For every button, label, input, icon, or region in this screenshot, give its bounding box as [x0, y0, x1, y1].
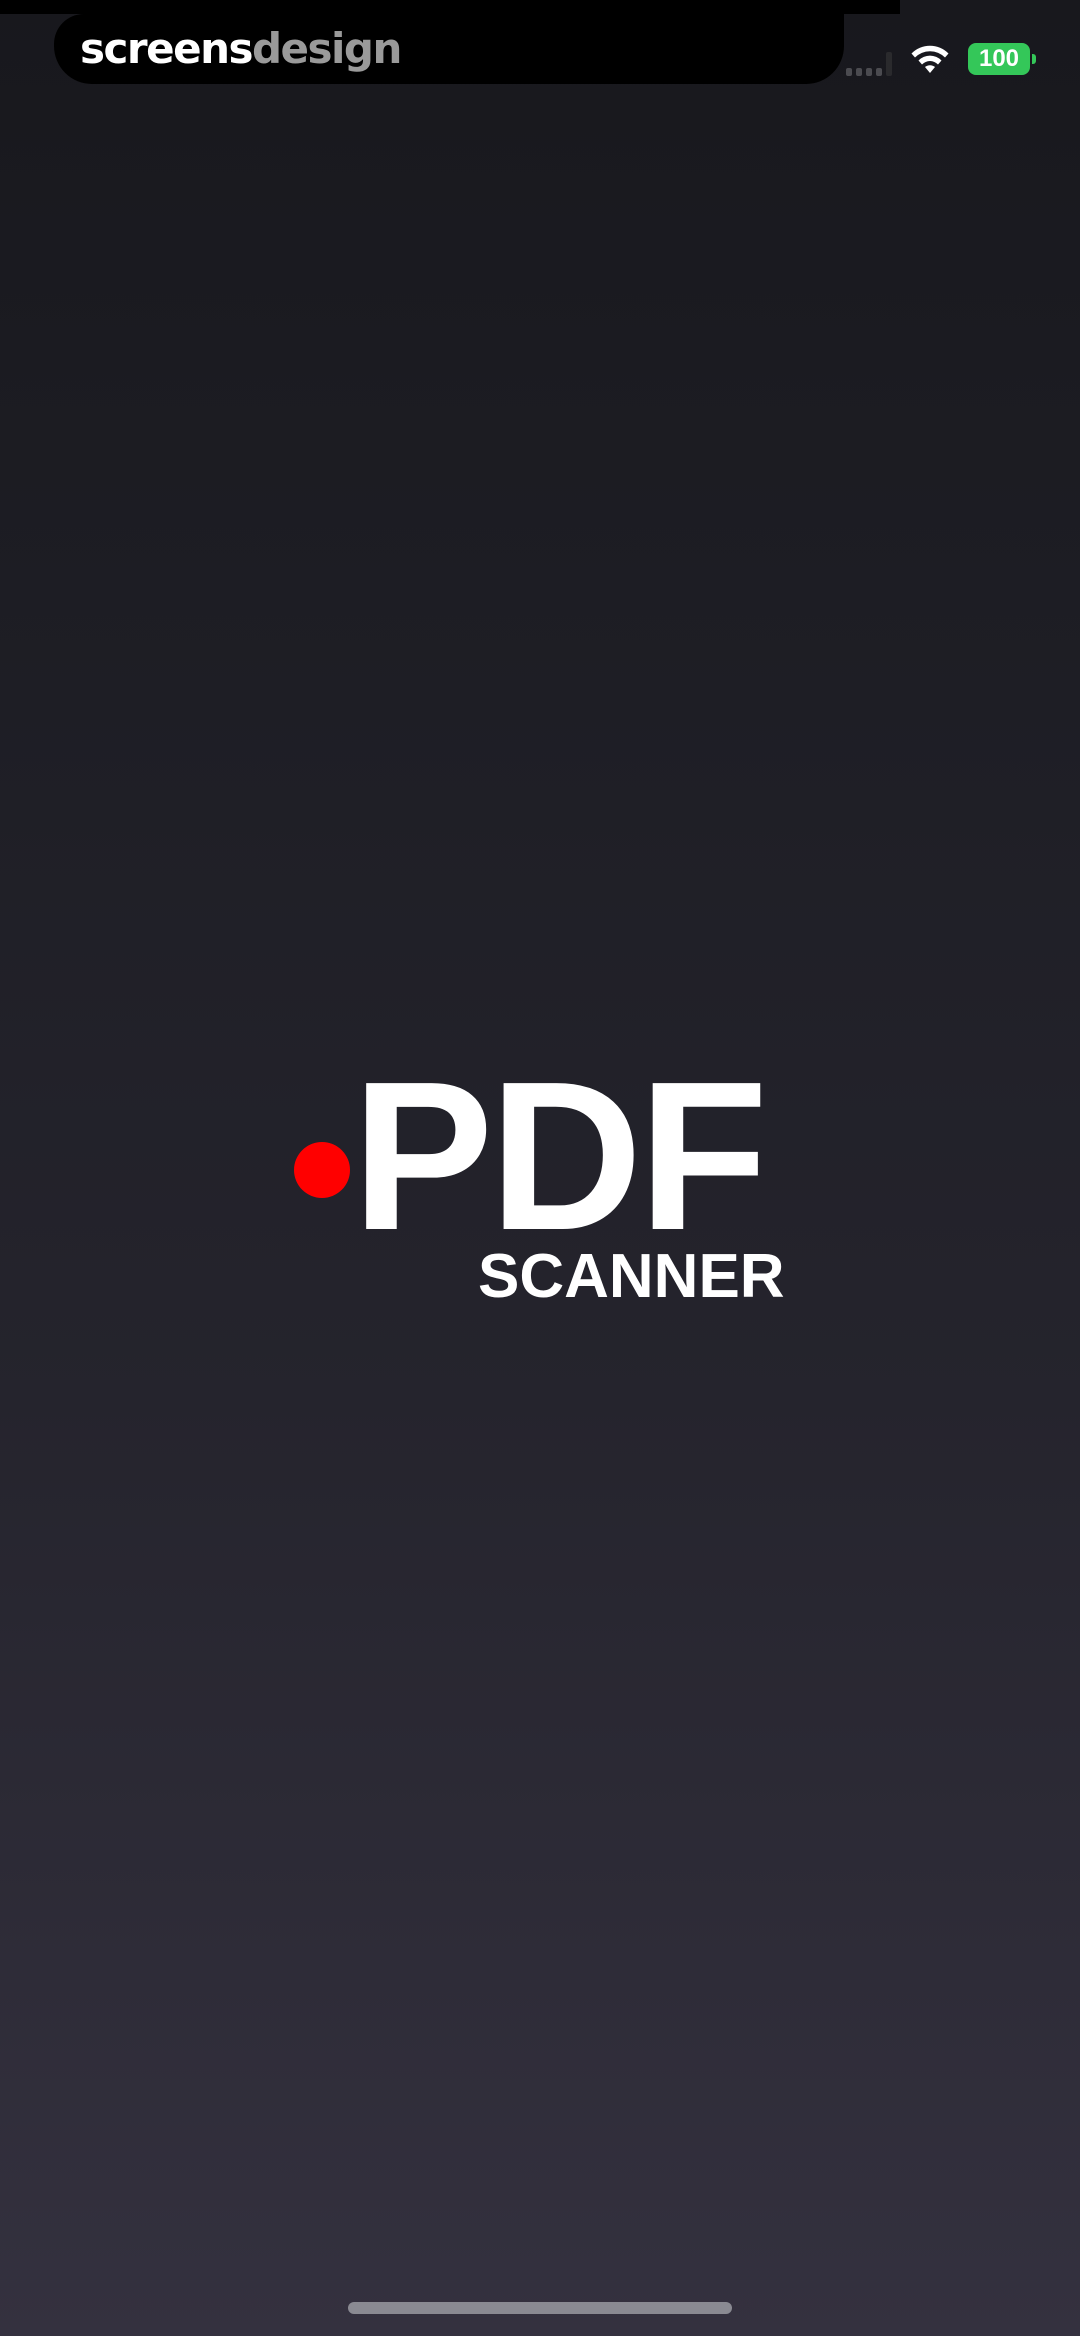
wifi-icon — [911, 45, 949, 73]
home-indicator[interactable] — [348, 2302, 732, 2314]
pdf-scanner-logo: PDF SCANNER — [290, 1050, 810, 1330]
logo-subtitle: SCANNER — [478, 1242, 785, 1311]
watermark-part-screens: screens — [80, 24, 253, 73]
status-bar: 100 — [846, 36, 1036, 82]
screensdesign-watermark: screens design — [80, 24, 402, 73]
battery-icon: 100 — [968, 43, 1036, 75]
watermark-banner: screens design — [0, 0, 900, 84]
watermark-part-design: design — [251, 24, 402, 73]
logo-title: PDF — [352, 1037, 768, 1274]
cellular-signal-icon — [846, 42, 892, 76]
battery-level: 100 — [978, 45, 1020, 72]
red-dot-icon — [294, 1142, 350, 1198]
